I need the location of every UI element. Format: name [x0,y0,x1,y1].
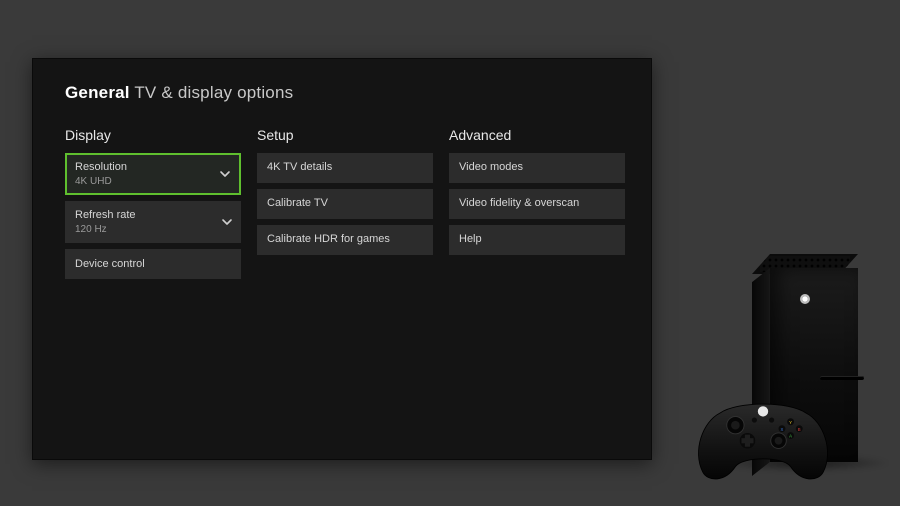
xbox-controller-icon: Y B X A [694,394,832,484]
tile-fidelity-label: Video fidelity & overscan [459,197,599,210]
chevron-down-icon [221,216,233,228]
power-button-icon [800,294,810,304]
tile-4k-tv-details[interactable]: 4K TV details [257,153,433,183]
tile-resolution[interactable]: Resolution 4K UHD [65,153,241,195]
column-header-display: Display [65,127,241,143]
tile-modes-label: Video modes [459,161,599,174]
page-title: General TV & display options [65,83,627,103]
column-header-setup: Setup [257,127,433,143]
breadcrumb-section: General [65,83,130,102]
svg-text:B: B [798,427,801,432]
tile-calibrate-label: Calibrate TV [267,197,407,210]
svg-text:A: A [789,434,792,439]
tile-help-label: Help [459,233,599,246]
column-advanced: Advanced Video modes Video fidelity & ov… [449,127,625,285]
settings-columns: Display Resolution 4K UHD Refresh rate 1… [65,127,627,285]
chevron-down-icon [219,168,231,180]
disc-slot-icon [820,376,864,380]
tile-video-fidelity[interactable]: Video fidelity & overscan [449,189,625,219]
tile-refresh-label: Refresh rate [75,209,215,222]
tile-calibrate-tv[interactable]: Calibrate TV [257,189,433,219]
svg-text:X: X [781,427,784,432]
tile-hdr-label: Calibrate HDR for games [267,233,407,246]
tile-device-label: Device control [75,258,215,271]
tile-resolution-value: 4K UHD [75,176,215,187]
tile-refresh-value: 120 Hz [75,224,215,235]
tile-device-control[interactable]: Device control [65,249,241,279]
tile-refresh-rate[interactable]: Refresh rate 120 Hz [65,201,241,243]
settings-screen: General TV & display options Display Res… [32,58,652,460]
tile-calibrate-hdr[interactable]: Calibrate HDR for games [257,225,433,255]
tile-resolution-label: Resolution [75,161,215,174]
column-header-advanced: Advanced [449,127,625,143]
tile-4k-label: 4K TV details [267,161,407,174]
column-display: Display Resolution 4K UHD Refresh rate 1… [65,127,241,285]
breadcrumb-page: TV & display options [134,83,293,102]
tile-help[interactable]: Help [449,225,625,255]
svg-text:Y: Y [789,420,792,425]
column-setup: Setup 4K TV details Calibrate TV Calibra… [257,127,433,285]
tile-video-modes[interactable]: Video modes [449,153,625,183]
